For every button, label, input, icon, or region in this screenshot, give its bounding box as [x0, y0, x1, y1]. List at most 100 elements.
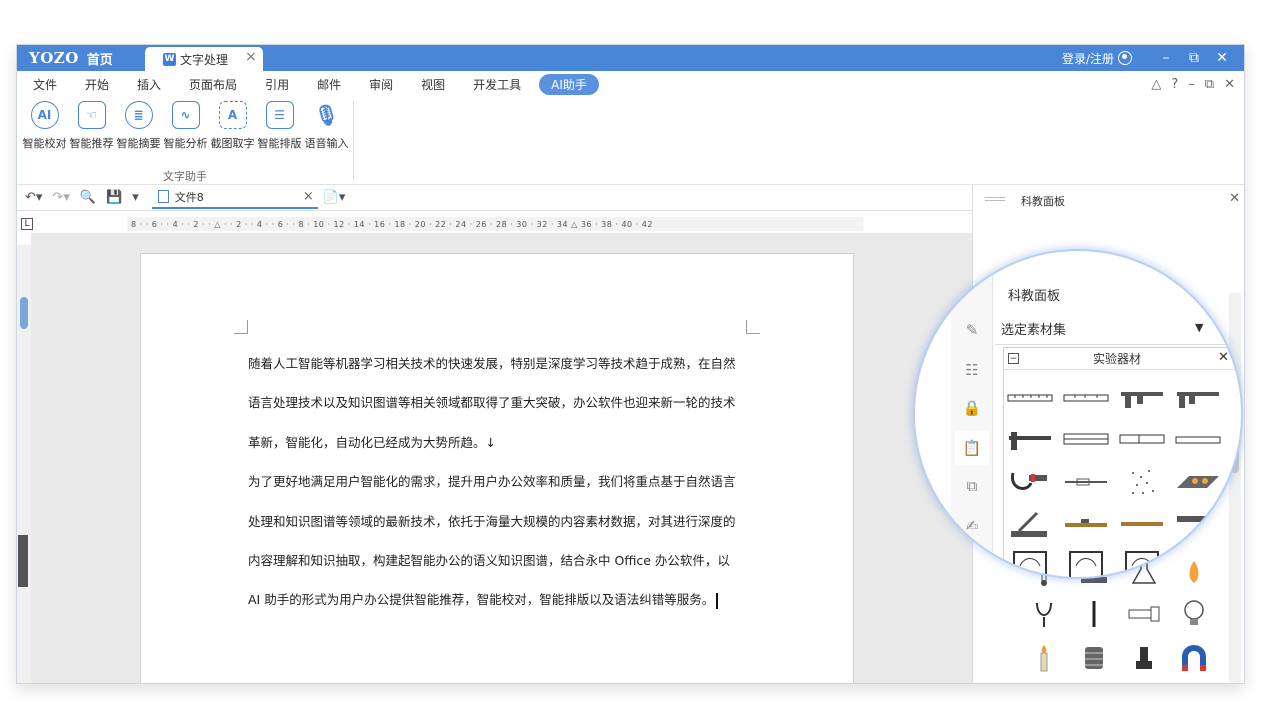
ruler-icon[interactable] — [1063, 380, 1109, 416]
particles-icon[interactable] — [1119, 464, 1165, 500]
tool-layout[interactable]: ☰ 智能排版 — [256, 101, 303, 151]
zoomed-panel-title: 科教面板 — [1008, 289, 1061, 304]
equipment-group-header[interactable]: − 实验器材 — [1004, 348, 1241, 370]
group-close-icon[interactable]: ✕ — [1218, 350, 1229, 365]
tuning-fork-icon[interactable] — [1027, 597, 1061, 631]
material-set-select[interactable]: 选定素材集 ▼ — [995, 313, 1235, 345]
minimize-icon[interactable]: – — [1152, 50, 1180, 66]
equipment-row — [1007, 377, 1237, 419]
meter-icon[interactable] — [1063, 548, 1109, 577]
spring-scale-icon[interactable] — [1063, 464, 1109, 500]
coil-icon[interactable] — [1077, 641, 1111, 675]
track-icon[interactable] — [1063, 506, 1109, 542]
panel-grip-icon[interactable] — [985, 197, 1005, 201]
lock-icon[interactable]: 🔒 — [963, 399, 982, 417]
tab-stop-selector[interactable]: L — [21, 218, 33, 230]
menu-page-layout[interactable]: 页面布局 — [175, 76, 251, 93]
candle-icon[interactable] — [1027, 641, 1061, 675]
sliders-icon[interactable]: ☷ — [963, 361, 981, 379]
zoomed-panel-close-icon[interactable]: ✕ — [1223, 295, 1234, 310]
help-icon[interactable]: ? — [1166, 77, 1183, 92]
restore-icon[interactable]: ⧉ — [1180, 50, 1208, 66]
cube-magnet-icon[interactable] — [1027, 681, 1061, 683]
tool-label: 语音输入 — [304, 137, 349, 150]
iron-bar-icon[interactable] — [1127, 681, 1161, 683]
chip-icon[interactable] — [1177, 681, 1211, 683]
brand-logo: YOZO — [29, 49, 79, 67]
scale-ruler-icon[interactable] — [1063, 422, 1109, 458]
menu-right-controls: △ ? – ⧉ ✕ — [1146, 71, 1240, 97]
menu-developer[interactable]: 开发工具 — [459, 76, 535, 93]
doc-restore-icon[interactable]: ⧉ — [1200, 77, 1219, 92]
equipment-row — [1007, 419, 1237, 461]
collapse-ribbon-icon[interactable]: △ — [1146, 77, 1166, 92]
menu-insert[interactable]: 插入 — [123, 76, 175, 93]
horseshoe-magnet-icon[interactable] — [1177, 641, 1211, 675]
menu-start[interactable]: 开始 — [71, 76, 123, 93]
horizontal-ruler[interactable]: 8 · · 6 · · 4 · · 2 · · △ · · 2 · · 4 · … — [127, 217, 863, 231]
doc-close-icon[interactable]: ✕ — [1219, 77, 1240, 92]
tool-voice-input[interactable]: 🎙 语音输入 — [303, 101, 350, 151]
flashlight-icon[interactable] — [1127, 597, 1161, 631]
menu-review[interactable]: 审阅 — [355, 76, 407, 93]
menu-ai-assistant[interactable]: AI助手 — [539, 73, 599, 95]
collapse-icon[interactable]: − — [1008, 353, 1019, 364]
summary-icon: ≣ — [124, 101, 153, 129]
ruler-icon[interactable] — [1175, 422, 1221, 458]
menu-file[interactable]: 文件 — [17, 76, 71, 93]
caliper-icon[interactable] — [1119, 380, 1165, 416]
doc-minimize-icon[interactable]: – — [1183, 77, 1200, 92]
redo-icon[interactable]: ↷▾ — [47, 190, 74, 205]
ruler-margin-marker[interactable] — [20, 297, 28, 329]
stopwatch-icon[interactable] — [1175, 548, 1221, 577]
chevron-down-icon[interactable]: ▼ — [1195, 321, 1203, 334]
user-icon[interactable] — [1118, 51, 1132, 65]
close-tab-icon[interactable]: × — [245, 49, 257, 65]
tool-summary[interactable]: ≣ 智能摘要 — [115, 101, 162, 151]
vernier-caliper-icon[interactable] — [1007, 422, 1053, 458]
edit-icon[interactable]: ✍ — [963, 517, 981, 535]
bar-magnet-icon[interactable] — [1077, 681, 1111, 683]
clamp-icon[interactable] — [1175, 506, 1221, 542]
paragraph-line-last: AI 助手的形式为用户办公提供智能推荐，智能校对，智能排版以及语法纠错等服务。 — [248, 580, 748, 619]
document-page[interactable]: 随着人工智能等机器学习相关技术的快速发展，特别是深度学习等技术趋于成熟，在自然 … — [140, 253, 854, 683]
menu-mail[interactable]: 邮件 — [303, 76, 355, 93]
print-preview-icon[interactable]: 🔍 — [75, 190, 101, 205]
equipment-row — [1027, 597, 1211, 631]
menu-view[interactable]: 视图 — [407, 76, 459, 93]
login-link[interactable]: 登录/注册 — [1062, 50, 1114, 67]
rail-icon[interactable] — [1119, 506, 1165, 542]
panel-close-icon[interactable]: ✕ — [1229, 191, 1240, 206]
tool-screenshot-ocr[interactable]: A 截图取字 — [209, 101, 256, 151]
light-bulb-icon[interactable] — [1177, 597, 1211, 631]
menu-references[interactable]: 引用 — [251, 76, 303, 93]
tool-recommend[interactable]: ☜ 智能推荐 — [68, 101, 115, 151]
document-name-tab[interactable]: 文件8 × — [151, 187, 318, 209]
document-content[interactable]: 随着人工智能等机器学习相关技术的快速发展，特别是深度学习等技术趋于成熟，在自然 … — [248, 344, 748, 620]
home-tab[interactable]: YOZO 首页 — [17, 45, 145, 71]
tray-icon[interactable] — [1175, 464, 1221, 500]
ruler-icon[interactable] — [1007, 380, 1053, 416]
clipboard-icon[interactable]: 📋 — [955, 431, 989, 465]
ruler-bottom-marker — [18, 535, 28, 587]
terminal-post-icon[interactable] — [1127, 641, 1161, 675]
pencil-icon[interactable]: ✎ — [963, 321, 981, 339]
meter-icon[interactable] — [1119, 548, 1165, 577]
new-document-icon[interactable]: 📄▾ — [318, 190, 351, 205]
copy-icon[interactable]: ⧉ — [963, 477, 981, 495]
undo-icon[interactable]: ↶▾ — [17, 190, 47, 205]
caliper-icon[interactable] — [1175, 380, 1221, 416]
stand-icon[interactable] — [1007, 506, 1053, 542]
customize-toolbar-icon[interactable]: ▾ — [127, 190, 144, 205]
tool-analysis[interactable]: ∿ 智能分析 — [162, 101, 209, 151]
ribbon-group-label: 文字助手 — [163, 170, 207, 183]
save-icon[interactable]: 💾 — [101, 190, 127, 205]
tool-proofread[interactable]: AI 智能校对 — [21, 101, 68, 151]
micrometer-icon[interactable] — [1007, 464, 1053, 500]
close-document-icon[interactable]: × — [303, 189, 314, 204]
close-window-icon[interactable]: ✕ — [1208, 50, 1236, 66]
rod-icon[interactable] — [1077, 597, 1111, 631]
meter-icon[interactable] — [1007, 548, 1053, 577]
vertical-ruler[interactable] — [17, 245, 31, 683]
scale-ruler-icon[interactable] — [1119, 422, 1165, 458]
